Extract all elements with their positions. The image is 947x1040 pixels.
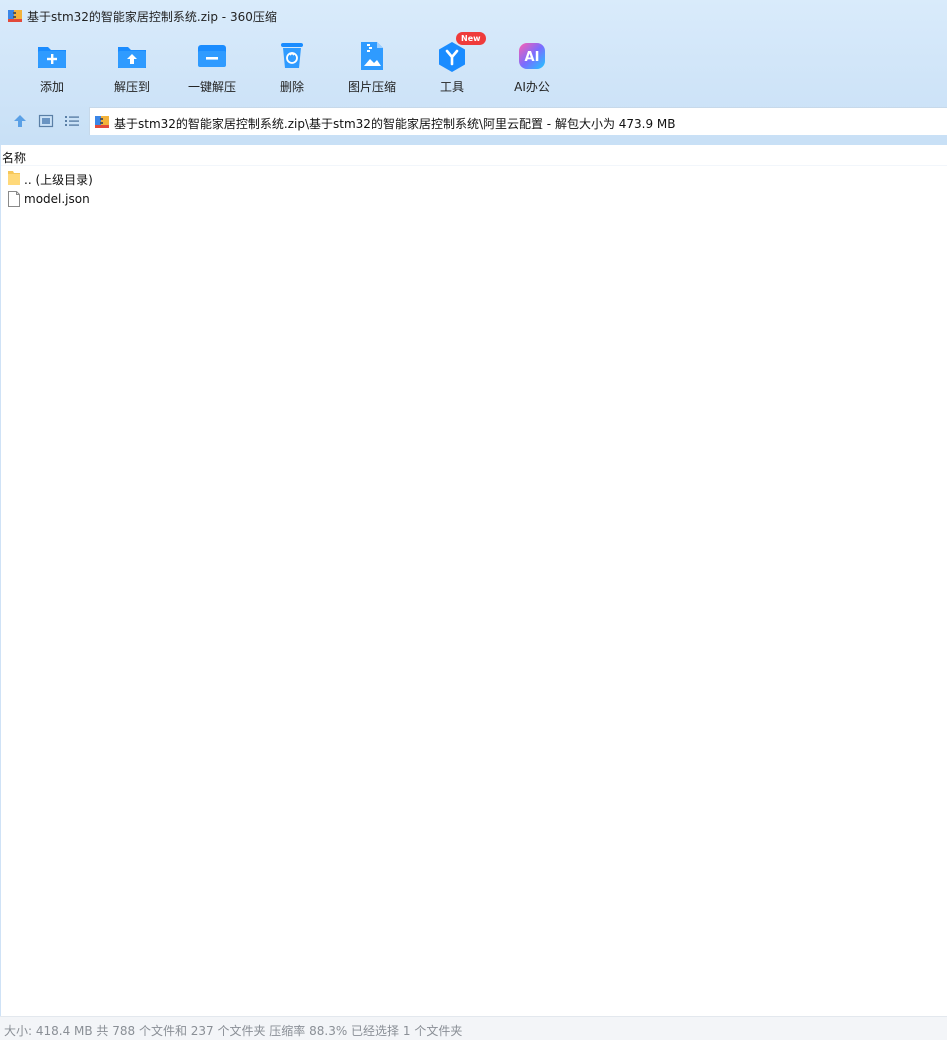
file-icon — [7, 191, 21, 207]
image-compress-button[interactable]: 图片压缩 — [332, 38, 412, 98]
add-folder-icon — [36, 40, 68, 72]
ai-office-label: AI办公 — [514, 80, 550, 94]
folder-icon — [7, 170, 21, 186]
image-compress-icon — [356, 40, 388, 72]
column-header-name[interactable]: 名称 — [2, 149, 26, 166]
one-click-extract-button[interactable]: 一键解压 — [172, 38, 252, 98]
trash-icon — [276, 40, 308, 72]
extract-to-icon — [116, 40, 148, 72]
header-divider — [1, 165, 947, 166]
up-arrow-icon[interactable] — [11, 112, 29, 130]
extract-to-button[interactable]: 解压到 — [92, 38, 172, 98]
file-list: 名称 .. (上级目录) model.json — [0, 145, 947, 1016]
address-path: 基于stm32的智能家居控制系统.zip\基于stm32的智能家居控制系统\阿里… — [114, 117, 676, 131]
title-bar: 基于stm32的智能家居控制系统.zip - 360压缩 — [0, 0, 947, 32]
navigation-bar: 基于stm32的智能家居控制系统.zip\基于stm32的智能家居控制系统\阿里… — [0, 106, 947, 136]
archive-icon — [95, 115, 109, 129]
ai-office-button[interactable]: AI AI办公 — [492, 38, 572, 98]
list-view-icon[interactable] — [63, 112, 81, 130]
status-text: 大小: 418.4 MB 共 788 个文件和 237 个文件夹 压缩率 88.… — [4, 1024, 463, 1038]
top-chrome: 基于stm32的智能家居控制系统.zip - 360压缩 添加 解压到 一键解压… — [0, 0, 947, 145]
list-item-parent-directory[interactable]: .. (上级目录) — [1, 168, 947, 189]
image-compress-label: 图片压缩 — [347, 80, 396, 94]
new-badge: New — [456, 32, 486, 45]
delete-label: 删除 — [279, 80, 304, 94]
delete-button[interactable]: 删除 — [252, 38, 332, 98]
address-bar[interactable]: 基于stm32的智能家居控制系统.zip\基于stm32的智能家居控制系统\阿里… — [89, 107, 947, 135]
list-item-name: model.json — [24, 192, 90, 206]
thumbnail-view-icon[interactable] — [37, 112, 55, 130]
one-click-extract-icon — [196, 40, 228, 72]
list-item-name: .. (上级目录) — [24, 173, 93, 187]
tools-button[interactable]: New 工具 — [412, 32, 492, 98]
add-button-label: 添加 — [39, 80, 64, 94]
extract-to-label: 解压到 — [113, 80, 150, 94]
tools-label: 工具 — [439, 80, 464, 94]
list-item-model-json[interactable]: model.json — [1, 189, 947, 210]
archive-app-icon — [8, 9, 22, 23]
one-click-extract-label: 一键解压 — [187, 80, 236, 94]
status-bar: 大小: 418.4 MB 共 788 个文件和 237 个文件夹 压缩率 88.… — [0, 1016, 947, 1040]
window-title: 基于stm32的智能家居控制系统.zip - 360压缩 — [27, 10, 277, 24]
ai-icon-text: AI — [525, 50, 540, 65]
add-button[interactable]: 添加 — [12, 38, 92, 98]
ai-office-icon: AI — [516, 40, 548, 72]
